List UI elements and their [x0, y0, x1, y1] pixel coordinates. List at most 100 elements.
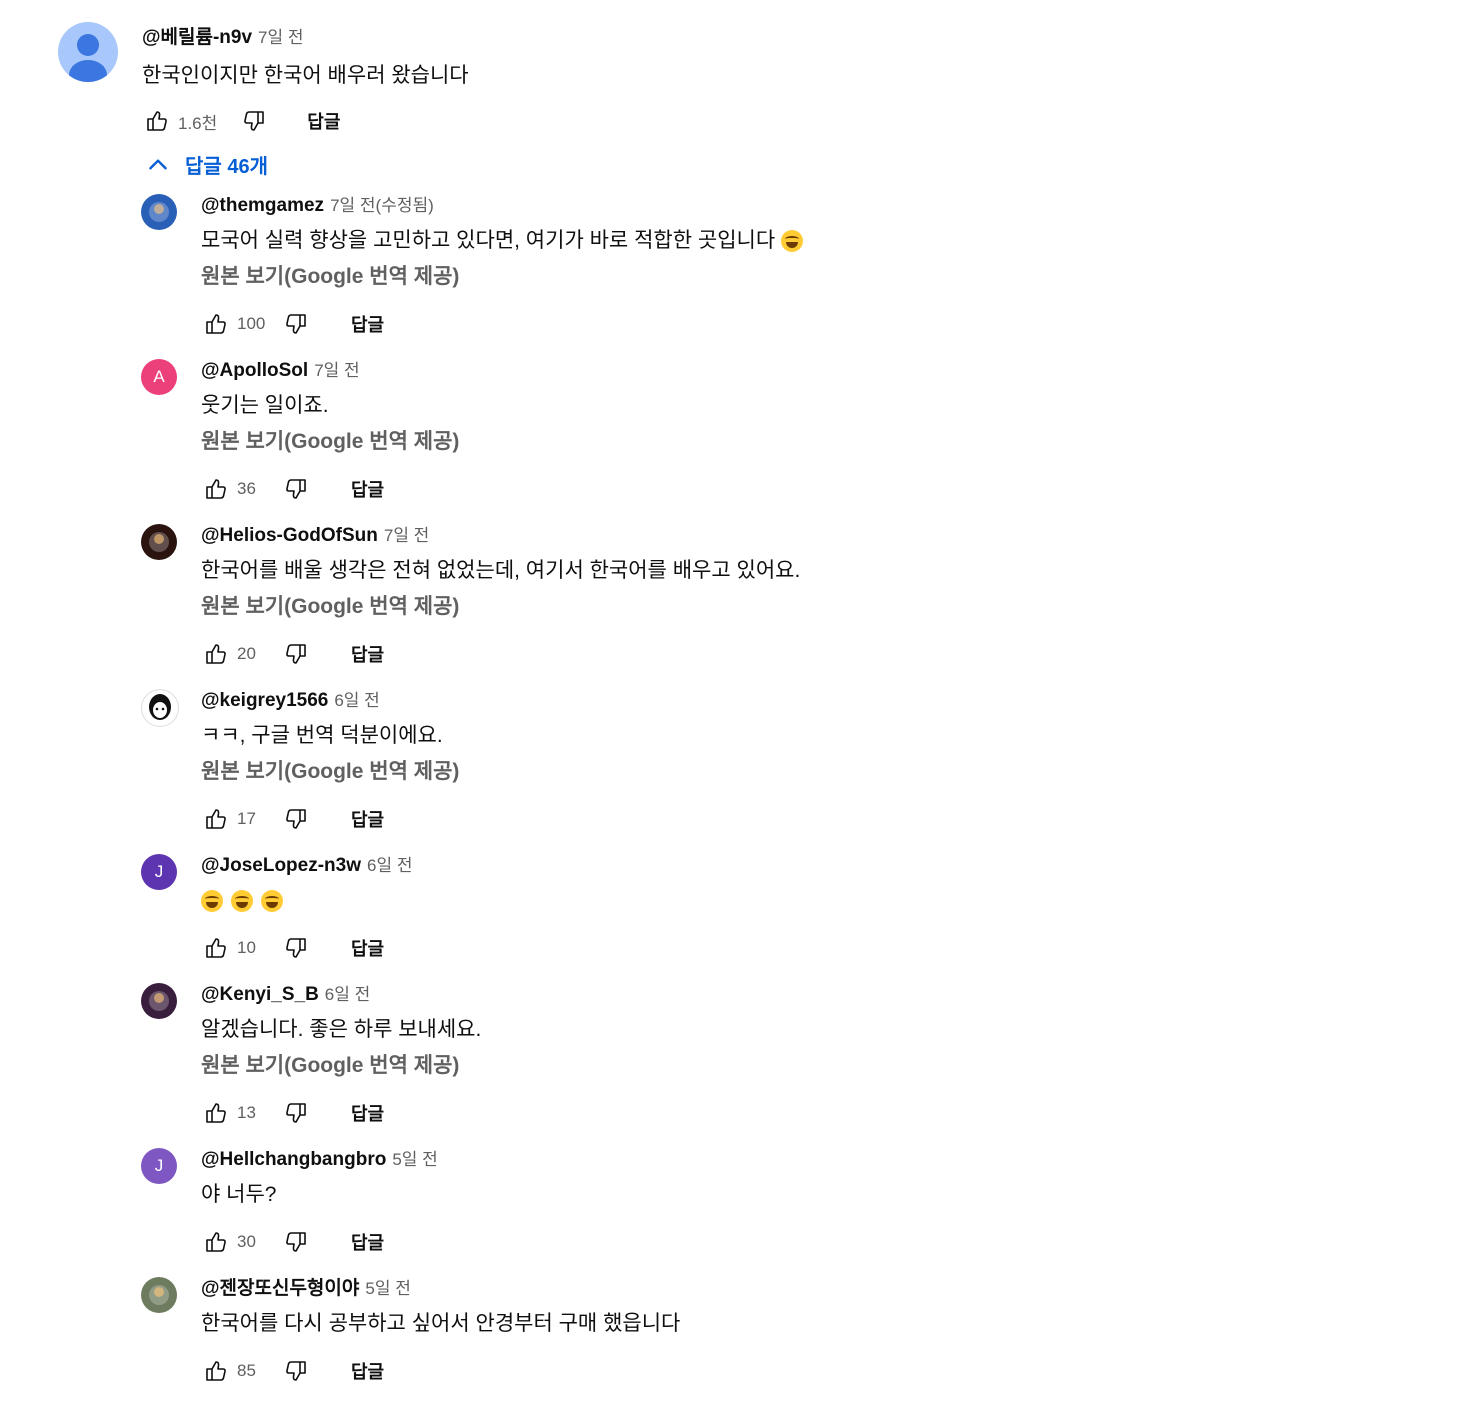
reply-body: @젠장또신두형이야 5일 전한국어를 다시 공부하고 싶어서 안경부터 구매 했읍… [201, 1275, 680, 1389]
laughing-emoji-icon [781, 230, 803, 253]
comment-time[interactable]: 5일 전 [392, 1150, 437, 1169]
reply-text-content: 모국어 실력 향상을 고민하고 있다면, 여기가 바로 적합한 곳입니다 [201, 229, 776, 252]
comment-toolbar: 1.6천 답글 [142, 101, 469, 141]
laughing-emoji-icon [261, 890, 283, 913]
reply-text: ㅋㅋ, 구글 번역 덕분이에요. [201, 721, 459, 751]
like-button[interactable] [201, 1098, 231, 1128]
dislike-button[interactable] [281, 1227, 311, 1257]
thumbs-down-icon [286, 809, 306, 829]
thumbs-down-icon [244, 111, 265, 131]
replies-toggle-button[interactable]: 답글 46개 [145, 150, 268, 179]
author-line: @themgamez 7일 전(수정됨) [201, 192, 811, 220]
reply-button[interactable]: 답글 [351, 1229, 384, 1255]
dislike-button[interactable] [281, 933, 311, 963]
avatar-letter: A [153, 367, 165, 386]
author-name[interactable]: @베릴륨-n9v [142, 27, 252, 48]
reply-text: 야 너두? [201, 1180, 438, 1210]
avatar[interactable] [58, 22, 118, 82]
avatar[interactable] [141, 983, 177, 1019]
comment-time[interactable]: 6일 전 [334, 691, 379, 710]
like-button[interactable] [201, 804, 231, 834]
translate-toggle-button[interactable]: 원본 보기(Google 번역 제공) [201, 427, 459, 457]
reply-button[interactable]: 답글 [351, 806, 384, 832]
reply-toolbar: 36 답글 [201, 471, 459, 507]
reply-text-content: 한국어를 다시 공부하고 싶어서 안경부터 구매 했읍니다 [201, 1312, 681, 1335]
avatar-letter: J [154, 862, 164, 881]
reply-text: 웃기는 일이죠. [201, 391, 459, 421]
author-name[interactable]: @Helios-GodOfSun [201, 525, 378, 546]
reply-toolbar: 30 답글 [201, 1224, 438, 1260]
author-line: @Helios-GodOfSun 7일 전 [201, 522, 800, 550]
author-name[interactable]: @keigrey1566 [201, 690, 328, 711]
avatar-photo-icon [149, 202, 169, 222]
like-count: 1.6천 [178, 113, 218, 133]
like-count: 13 [237, 1103, 256, 1122]
dislike-button[interactable] [281, 639, 311, 669]
comment-time[interactable]: 7일 전(수정됨) [330, 196, 434, 215]
reply-button[interactable]: 답글 [307, 108, 340, 134]
comment-body: @베릴륨-n9v 7일 전 한국인이지만 한국어 배우러 왔습니다 1.6천 답글 [142, 22, 469, 141]
reply-button[interactable]: 답글 [351, 1100, 384, 1126]
translate-toggle-button[interactable]: 원본 보기(Google 번역 제공) [201, 262, 811, 292]
reply-button[interactable]: 답글 [351, 311, 384, 337]
author-line: @Kenyi_S_B 6일 전 [201, 981, 481, 1009]
like-button[interactable] [201, 474, 231, 504]
chevron-up-icon [149, 158, 167, 169]
like-count: 36 [237, 479, 256, 498]
author-name[interactable]: @Kenyi_S_B [201, 984, 319, 1005]
author-line: @ApolloSol 7일 전 [201, 357, 459, 385]
translate-toggle-button[interactable]: 원본 보기(Google 번역 제공) [201, 1051, 481, 1081]
avatar[interactable]: J [141, 854, 177, 890]
author-name[interactable]: @JoseLopez-n3w [201, 855, 361, 876]
like-button[interactable] [201, 639, 231, 669]
avatar[interactable]: J [141, 1148, 177, 1184]
author-name[interactable]: @Hellchangbangbro [201, 1149, 386, 1170]
reply-button[interactable]: 답글 [351, 1358, 384, 1384]
reply-body: @Hellchangbangbro 5일 전야 너두? 30 답글 [201, 1146, 438, 1260]
dislike-button[interactable] [239, 106, 269, 136]
thumbs-up-icon [206, 644, 226, 664]
comment-time[interactable]: 7일 전 [314, 361, 359, 380]
avatar[interactable] [141, 524, 177, 560]
reply-toolbar: 100 답글 [201, 306, 811, 342]
comment-time[interactable]: 7일 전 [258, 28, 303, 47]
thumbs-up-icon [206, 938, 226, 958]
comment-time[interactable]: 6일 전 [325, 985, 370, 1004]
translate-toggle-button[interactable]: 원본 보기(Google 번역 제공) [201, 757, 459, 787]
reply-button[interactable]: 답글 [351, 641, 384, 667]
like-button[interactable] [201, 1227, 231, 1257]
avatar[interactable] [141, 194, 177, 230]
laughing-emoji-icon [231, 890, 253, 913]
author-name[interactable]: @젠장또신두형이야 [201, 1278, 359, 1299]
comment-time[interactable]: 5일 전 [365, 1279, 410, 1298]
author-name[interactable]: @themgamez [201, 195, 324, 216]
comment-time[interactable]: 6일 전 [367, 856, 412, 875]
like-button[interactable] [201, 309, 231, 339]
like-button[interactable] [142, 106, 172, 136]
reply-text: 모국어 실력 향상을 고민하고 있다면, 여기가 바로 적합한 곳입니다 [201, 226, 811, 256]
reply-toolbar: 13 답글 [201, 1095, 481, 1131]
reply-text: 알겠습니다. 좋은 하루 보내세요. [201, 1015, 481, 1045]
translate-toggle-button[interactable]: 원본 보기(Google 번역 제공) [201, 592, 800, 622]
author-line: @JoseLopez-n3w 6일 전 [201, 852, 412, 880]
dislike-button[interactable] [281, 804, 311, 834]
thumbs-down-icon [286, 1232, 306, 1252]
reply-button[interactable]: 답글 [351, 935, 384, 961]
avatar[interactable]: A [141, 359, 177, 395]
reply-button[interactable]: 답글 [351, 476, 384, 502]
like-count: 100 [237, 314, 266, 333]
like-button[interactable] [201, 933, 231, 963]
dislike-button[interactable] [281, 1098, 311, 1128]
like-button[interactable] [201, 1356, 231, 1386]
dislike-button[interactable] [281, 474, 311, 504]
author-name[interactable]: @ApolloSol [201, 360, 308, 381]
avatar[interactable] [141, 689, 179, 727]
avatar[interactable] [141, 1277, 177, 1313]
dislike-button[interactable] [281, 1356, 311, 1386]
author-line: @젠장또신두형이야 5일 전 [201, 1275, 680, 1303]
thumbs-up-icon [206, 314, 226, 334]
like-count: 20 [237, 644, 256, 663]
thumbs-down-icon [286, 644, 306, 664]
dislike-button[interactable] [281, 309, 311, 339]
comment-time[interactable]: 7일 전 [384, 526, 429, 545]
